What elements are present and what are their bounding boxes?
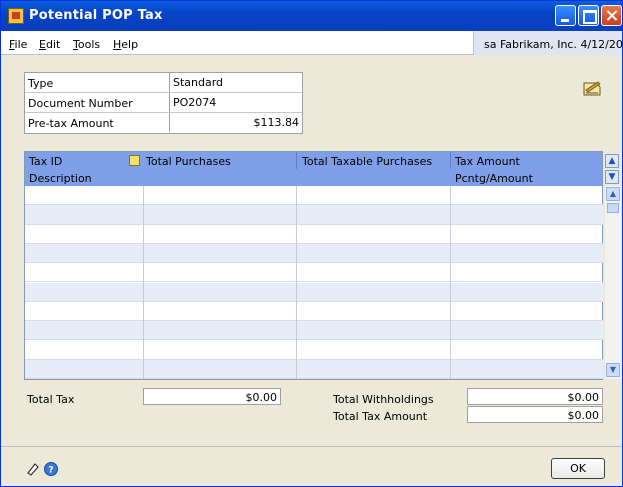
grid-header: Tax ID Total Purchases Total Taxable Pur… bbox=[25, 152, 619, 186]
document-number-value: PO2074 bbox=[169, 93, 302, 112]
table-row[interactable] bbox=[25, 186, 603, 206]
table-row[interactable] bbox=[25, 205, 603, 225]
header-tax-amount: Tax Amount bbox=[455, 155, 520, 168]
total-tax-amount-label: Total Tax Amount bbox=[333, 410, 428, 423]
vertical-scrollbar[interactable]: ▲ ▼ bbox=[605, 186, 621, 379]
menu-edit[interactable]: Edit bbox=[39, 38, 60, 51]
table-row[interactable] bbox=[25, 243, 603, 264]
type-row: Type Standard bbox=[25, 73, 302, 93]
lookup-icon[interactable] bbox=[129, 155, 140, 166]
total-tax-label: Total Tax bbox=[27, 393, 75, 406]
menu-help[interactable]: Help bbox=[113, 38, 138, 51]
menu-file[interactable]: File bbox=[9, 38, 27, 51]
table-row[interactable] bbox=[25, 302, 603, 322]
total-tax-value: $0.00 bbox=[143, 388, 281, 405]
pretax-amount-row: Pre-tax Amount $113.84 bbox=[25, 113, 302, 133]
title-bar: Potential POP Tax bbox=[1, 1, 622, 31]
header-description: Description bbox=[29, 172, 92, 185]
table-row[interactable] bbox=[25, 282, 603, 302]
total-withholdings-value: $0.00 bbox=[467, 388, 603, 405]
header-total-taxable-purchases: Total Taxable Purchases bbox=[302, 155, 433, 168]
table-row[interactable] bbox=[25, 359, 603, 379]
window: Potential POP Tax File Edit Tools Help s… bbox=[0, 0, 623, 487]
table-row[interactable] bbox=[25, 340, 603, 360]
user-company-date: sa Fabrikam, Inc. 4/12/2007 bbox=[473, 31, 622, 55]
ok-button[interactable]: OK bbox=[551, 458, 605, 479]
header-tax-id: Tax ID bbox=[29, 155, 63, 168]
svg-text:?: ? bbox=[48, 466, 53, 476]
note-icon[interactable] bbox=[581, 79, 603, 97]
total-withholdings-label: Total Withholdings bbox=[333, 393, 434, 406]
window-title: Potential POP Tax bbox=[29, 8, 163, 23]
header-total-purchases: Total Purchases bbox=[146, 155, 231, 168]
scroll-thumb[interactable] bbox=[607, 203, 619, 213]
header-pcntg-amount: Pcntg/Amount bbox=[455, 172, 533, 185]
pretax-amount-value: $113.84 bbox=[169, 113, 302, 132]
document-header: Type Standard Document Number PO2074 Pre… bbox=[24, 72, 303, 134]
paperclip-icon[interactable] bbox=[25, 461, 41, 477]
menu-tools[interactable]: Tools bbox=[73, 38, 100, 51]
total-tax-amount-value: $0.00 bbox=[467, 406, 603, 423]
app-icon bbox=[8, 8, 24, 24]
scroll-up-icon[interactable]: ▲ bbox=[606, 187, 620, 201]
scroll-down-icon[interactable]: ▼ bbox=[606, 363, 620, 377]
document-number-label: Document Number bbox=[28, 97, 133, 110]
type-value: Standard bbox=[169, 73, 302, 92]
minimize-button[interactable] bbox=[555, 5, 576, 26]
expand-rows-icon[interactable]: ▼ bbox=[605, 170, 619, 184]
grid-body bbox=[25, 186, 603, 379]
document-number-row: Document Number PO2074 bbox=[25, 93, 302, 113]
help-icon[interactable]: ? bbox=[43, 461, 59, 477]
table-row[interactable] bbox=[25, 263, 603, 283]
collapse-rows-icon[interactable]: ▲ bbox=[605, 154, 619, 168]
maximize-button[interactable] bbox=[578, 5, 599, 26]
table-row[interactable] bbox=[25, 225, 603, 244]
tax-detail-grid: Tax ID Total Purchases Total Taxable Pur… bbox=[24, 151, 621, 380]
pretax-amount-label: Pre-tax Amount bbox=[28, 117, 114, 130]
close-button[interactable] bbox=[601, 5, 622, 26]
type-label: Type bbox=[28, 77, 54, 90]
table-row[interactable] bbox=[25, 321, 603, 341]
